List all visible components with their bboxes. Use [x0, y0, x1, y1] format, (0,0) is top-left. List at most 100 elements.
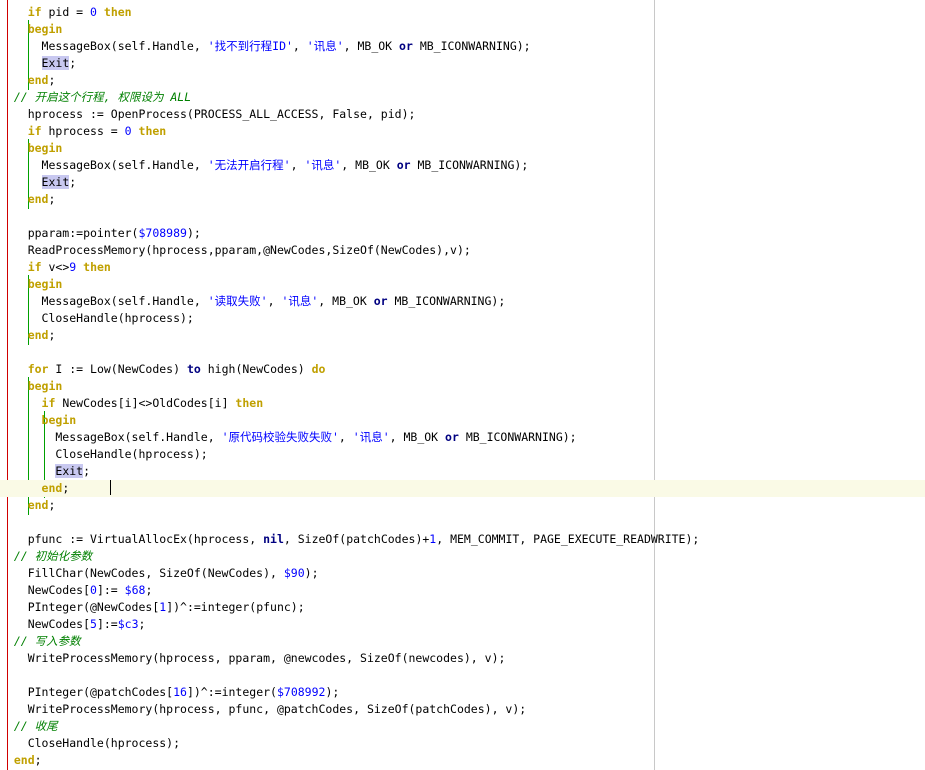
code-line[interactable]: MessageBox(self.Handle, '读取失败', '讯息', MB… [0, 293, 925, 310]
code-token: '读取失败' [207, 294, 268, 308]
code-token: , MB_OK [389, 430, 446, 444]
code-line[interactable] [0, 514, 925, 531]
code-token: ; [48, 328, 56, 342]
code-line[interactable]: if pid = 0 then [0, 4, 925, 21]
code-token: MB_ICONWARNING); [458, 430, 577, 444]
code-line[interactable]: // 写入参数 [0, 633, 925, 650]
code-line[interactable]: ReadProcessMemory(hprocess,pparam,@NewCo… [0, 242, 925, 259]
code-token: $68 [124, 583, 146, 597]
code-token: '讯息' [306, 39, 344, 53]
code-line[interactable]: if NewCodes[i]<>OldCodes[i] then [0, 395, 925, 412]
code-line[interactable]: end; [0, 191, 925, 208]
code-token: do [311, 362, 326, 376]
code-line[interactable]: begin [0, 378, 925, 395]
code-line[interactable]: begin [0, 140, 925, 157]
code-token: CloseHandle(hprocess); [0, 311, 194, 325]
code-line[interactable]: begin [0, 21, 925, 38]
code-token: ])^:=integer(pfunc); [166, 600, 305, 614]
code-line[interactable]: Exit; [0, 174, 925, 191]
code-token: ; [69, 56, 77, 70]
code-token: begin [27, 379, 63, 393]
code-line[interactable]: MessageBox(self.Handle, '找不到行程ID', '讯息',… [0, 38, 925, 55]
code-line[interactable]: CloseHandle(hprocess); [0, 446, 925, 463]
code-line[interactable]: FillChar(NewCodes, SizeOf(NewCodes), $90… [0, 565, 925, 582]
code-token: Exit [55, 464, 84, 478]
code-line[interactable]: NewCodes[0]:= $68; [0, 582, 925, 599]
code-token: then [138, 124, 167, 138]
code-line[interactable]: end; [0, 497, 925, 514]
code-token: , [338, 430, 353, 444]
code-line[interactable]: end; [0, 480, 925, 497]
code-token: ; [83, 464, 91, 478]
code-line[interactable]: pfunc := VirtualAllocEx(hprocess, nil, S… [0, 531, 925, 548]
code-line[interactable]: PInteger(@patchCodes[16])^:=integer($708… [0, 684, 925, 701]
code-token: end [27, 73, 49, 87]
code-line[interactable]: begin [0, 412, 925, 429]
code-line[interactable]: end; [0, 72, 925, 89]
code-editor[interactable]: if pid = 0 then begin MessageBox(self.Ha… [0, 0, 925, 770]
code-line[interactable]: end; [0, 327, 925, 344]
code-line[interactable]: CloseHandle(hprocess); [0, 310, 925, 327]
code-token: , [292, 39, 307, 53]
code-token: ReadProcessMemory(hprocess,pparam,@NewCo… [0, 243, 471, 257]
code-token: $90 [283, 566, 305, 580]
code-line[interactable]: WriteProcessMemory(hprocess, pfunc, @pat… [0, 701, 925, 718]
code-token: v<> [41, 260, 70, 274]
code-line[interactable]: WriteProcessMemory(hprocess, pparam, @ne… [0, 650, 925, 667]
code-line[interactable]: NewCodes[5]:=$c3; [0, 616, 925, 633]
code-token: MessageBox(self.Handle, [0, 39, 208, 53]
code-token: if [27, 5, 42, 19]
code-token: or [399, 39, 413, 53]
code-token: then [83, 260, 111, 274]
code-token: if [41, 396, 56, 410]
code-line[interactable] [0, 667, 925, 684]
code-line[interactable]: Exit; [0, 55, 925, 72]
code-line[interactable]: MessageBox(self.Handle, '无法开启行程', '讯息', … [0, 157, 925, 174]
code-line[interactable]: MessageBox(self.Handle, '原代码校验失败失败', '讯息… [0, 429, 925, 446]
code-token: ]:= [96, 617, 118, 631]
code-token: end [27, 192, 49, 206]
code-token: // 初始化参数 [0, 549, 93, 563]
code-token: ); [325, 685, 340, 699]
code-token: ; [48, 192, 56, 206]
code-token: to [186, 362, 201, 376]
code-line[interactable]: CloseHandle(hprocess); [0, 735, 925, 752]
code-token: CloseHandle(hprocess); [0, 736, 181, 750]
code-line[interactable]: // 开启这个行程, 权限设为 ALL [0, 89, 925, 106]
code-line[interactable]: PInteger(@NewCodes[1])^:=integer(pfunc); [0, 599, 925, 616]
code-token: NewCodes[i]<>OldCodes[i] [55, 396, 236, 410]
code-line[interactable] [0, 208, 925, 225]
code-line[interactable]: // 初始化参数 [0, 548, 925, 565]
code-line[interactable]: for I := Low(NewCodes) to high(NewCodes)… [0, 361, 925, 378]
code-line[interactable]: if hprocess = 0 then [0, 123, 925, 140]
code-line[interactable]: begin [0, 276, 925, 293]
code-line[interactable]: if v<>9 then [0, 259, 925, 276]
code-token: pparam:=pointer( [0, 226, 139, 240]
code-line[interactable]: hprocess := OpenProcess(PROCESS_ALL_ACCE… [0, 106, 925, 123]
code-line[interactable]: Exit; [0, 463, 925, 480]
code-token: , MB_OK [341, 158, 397, 172]
code-token: then [235, 396, 264, 410]
code-token: ; [34, 753, 42, 767]
code-line[interactable] [0, 344, 925, 361]
code-line[interactable]: // 收尾 [0, 718, 925, 735]
code-token: '讯息' [352, 430, 390, 444]
code-line[interactable]: end; [0, 752, 925, 769]
text-caret [110, 480, 111, 495]
code-line[interactable]: pparam:=pointer($708989); [0, 225, 925, 242]
code-token: FillChar(NewCodes, SizeOf(NewCodes), [0, 566, 284, 580]
code-token: ; [62, 481, 70, 495]
